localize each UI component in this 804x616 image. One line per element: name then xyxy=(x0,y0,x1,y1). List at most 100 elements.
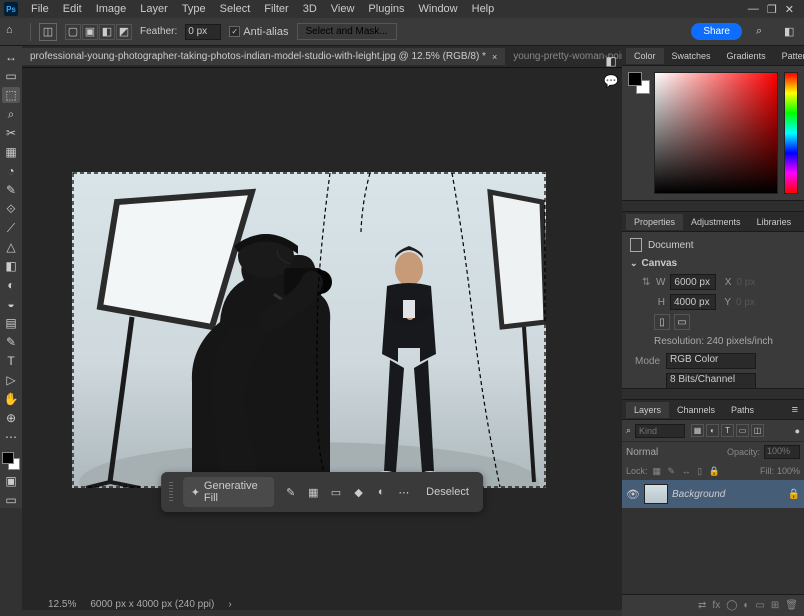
lock-artboard-icon[interactable]: ▯ xyxy=(695,466,704,476)
delete-layer-icon[interactable]: 🗑 xyxy=(785,600,798,611)
tool-pen[interactable]: ✎ xyxy=(2,334,20,350)
menu-window[interactable]: Window xyxy=(412,1,465,17)
layer-filter-input[interactable] xyxy=(635,424,685,438)
selection-new[interactable]: ▢ xyxy=(65,24,81,40)
tool-stamp[interactable]: ⟋ xyxy=(2,220,20,236)
menu-plugins[interactable]: Plugins xyxy=(361,1,411,17)
status-more-icon[interactable]: › xyxy=(228,599,231,610)
layer-style-icon[interactable]: fx xyxy=(712,600,720,611)
tool-brush[interactable]: ⟐ xyxy=(2,201,20,217)
home-icon[interactable]: ⌂ xyxy=(6,24,22,40)
filter-text-icon[interactable]: T xyxy=(721,424,734,437)
panel-menu-icon[interactable]: ≡ xyxy=(786,404,804,416)
tool-screenmode[interactable]: ▭ xyxy=(2,492,20,508)
tool-eraser[interactable]: ◧ xyxy=(2,258,20,274)
orientation-portrait[interactable]: ▯ xyxy=(654,314,670,330)
tab-patterns[interactable]: Patterns xyxy=(774,48,804,64)
lock-pixels-icon[interactable]: ▦ xyxy=(651,466,664,476)
tool-hand[interactable]: ✋ xyxy=(2,391,20,407)
maximize-button[interactable]: ❐ xyxy=(767,3,777,16)
tool-dodge[interactable]: ▤ xyxy=(2,315,20,331)
hue-slider[interactable] xyxy=(784,72,798,194)
tab-close-icon[interactable]: × xyxy=(492,52,497,62)
lock-move-icon[interactable]: ↔ xyxy=(680,466,693,476)
menu-select[interactable]: Select xyxy=(213,1,258,17)
selection-add[interactable]: ▣ xyxy=(82,24,98,40)
docked-panel-icon[interactable]: ◧ xyxy=(605,54,616,68)
tab-paths[interactable]: Paths xyxy=(723,402,762,418)
group-icon[interactable]: ▭ xyxy=(755,600,764,611)
tab-gradients[interactable]: Gradients xyxy=(719,48,774,64)
tab-libraries[interactable]: Libraries xyxy=(749,214,800,230)
taskbar-brush-icon[interactable]: ✎ xyxy=(284,485,297,499)
menu-type[interactable]: Type xyxy=(175,1,213,17)
lock-all-icon[interactable]: 🔒 xyxy=(707,466,722,476)
new-layer-icon[interactable]: ⊞ xyxy=(771,600,779,611)
tool-text[interactable]: T xyxy=(2,353,20,369)
filter-smart-icon[interactable]: ◫ xyxy=(751,424,764,437)
select-and-mask-button[interactable]: Select and Mask... xyxy=(297,23,397,40)
tool-wand[interactable]: ⌕ xyxy=(2,106,20,122)
lock-position-icon[interactable]: ✎ xyxy=(666,466,678,476)
selection-intersect[interactable]: ◩ xyxy=(116,24,132,40)
tab-active[interactable]: professional-young-photographer-taking-p… xyxy=(22,48,505,65)
taskbar-grip[interactable] xyxy=(169,482,173,502)
panel-menu-icon[interactable]: ≡ xyxy=(799,216,804,228)
width-input[interactable] xyxy=(670,274,716,290)
taskbar-more-icon[interactable]: ⋯ xyxy=(398,485,411,499)
generative-fill-button[interactable]: ✦ Generative Fill xyxy=(183,477,275,507)
workspace-icon[interactable]: ◧ xyxy=(784,25,798,39)
filter-shape-icon[interactable]: ▭ xyxy=(736,424,749,437)
layer-row[interactable]: 👁 Background 🔒 xyxy=(622,480,804,508)
menu-view[interactable]: View xyxy=(324,1,362,17)
canvas[interactable] xyxy=(72,172,546,488)
tool-zoom[interactable]: ⊕ xyxy=(2,410,20,426)
minimize-button[interactable]: — xyxy=(748,3,759,16)
menu-3d[interactable]: 3D xyxy=(296,1,324,17)
canvas-section-toggle[interactable]: Canvas xyxy=(630,258,796,269)
share-button[interactable]: Share xyxy=(691,23,742,40)
panel-collapse[interactable] xyxy=(622,200,804,212)
deselect-button[interactable]: Deselect xyxy=(420,484,475,500)
mode-select[interactable]: RGB Color xyxy=(666,353,756,369)
close-button[interactable]: ✕ xyxy=(785,3,794,16)
tool-more[interactable]: ⋯ xyxy=(2,429,20,445)
status-zoom[interactable]: 12.5% xyxy=(48,599,76,610)
layer-mask-icon[interactable]: ◯ xyxy=(726,600,737,611)
tab-color[interactable]: Color xyxy=(626,48,664,64)
tool-history[interactable]: △ xyxy=(2,239,20,255)
tab-layers[interactable]: Layers xyxy=(626,402,669,418)
tool-gradient[interactable]: ◐ xyxy=(2,277,20,293)
tab-properties[interactable]: Properties xyxy=(626,214,683,230)
fg-swatch[interactable] xyxy=(628,72,642,86)
menu-image[interactable]: Image xyxy=(89,1,134,17)
adjustment-layer-icon[interactable]: ◐ xyxy=(743,600,749,611)
tool-preset[interactable]: ◫ xyxy=(39,23,57,41)
menu-help[interactable]: Help xyxy=(465,1,502,17)
layer-lock-icon[interactable]: 🔒 xyxy=(788,489,800,500)
tool-quickmask[interactable]: ▣ xyxy=(2,473,20,489)
color-swatches[interactable] xyxy=(2,452,20,470)
visibility-icon[interactable]: 👁 xyxy=(626,488,640,501)
tab-channels[interactable]: Channels xyxy=(669,402,723,418)
filter-kind-icon[interactable]: ⌕ xyxy=(626,425,631,436)
layer-fill-value[interactable]: 100% xyxy=(777,466,800,476)
filter-adjust-icon[interactable]: ◐ xyxy=(706,424,719,437)
tool-marquee[interactable]: ▭ xyxy=(2,68,20,84)
taskbar-mask-icon[interactable]: ▭ xyxy=(330,485,343,499)
taskbar-adjust-icon[interactable]: ▦ xyxy=(307,485,320,499)
layer-thumbnail[interactable] xyxy=(644,484,668,504)
docked-panel-icon[interactable]: 💬 xyxy=(604,74,619,88)
status-dimensions[interactable]: 6000 px x 4000 px (240 ppi) xyxy=(90,599,214,610)
bits-select[interactable]: 8 Bits/Channel xyxy=(666,373,756,388)
selection-subtract[interactable]: ◧ xyxy=(99,24,115,40)
tool-heal[interactable]: ✎ xyxy=(2,182,20,198)
filter-pixel-icon[interactable]: ▦ xyxy=(691,424,704,437)
menu-file[interactable]: File xyxy=(24,1,56,17)
tab-swatches[interactable]: Swatches xyxy=(664,48,719,64)
menu-layer[interactable]: Layer xyxy=(133,1,175,17)
antialias-checkbox[interactable]: ✓ Anti-alias xyxy=(229,26,288,38)
menu-filter[interactable]: Filter xyxy=(257,1,295,17)
tool-eyedropper[interactable]: ◔ xyxy=(2,163,20,179)
tool-lasso[interactable]: ⬚ xyxy=(2,87,20,103)
